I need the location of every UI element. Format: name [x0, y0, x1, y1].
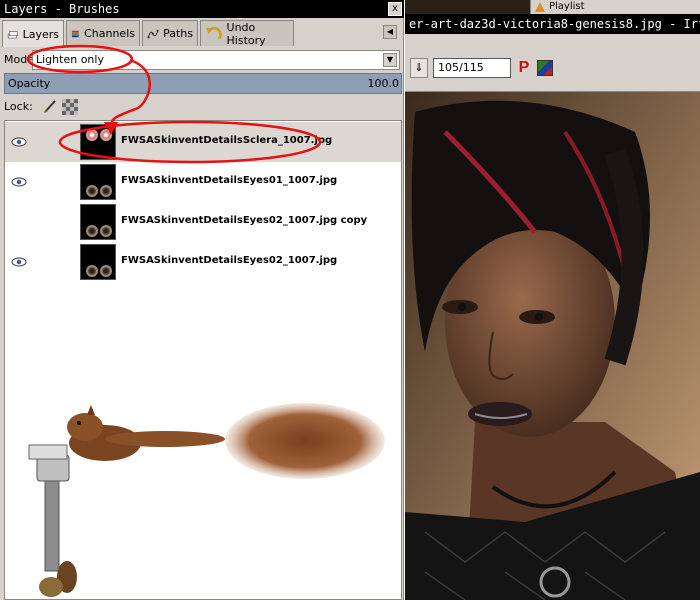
- thumbnail-eye-right: [100, 225, 112, 237]
- tab-undo-history-label: Undo History: [226, 20, 266, 47]
- lock-alpha-checker-icon[interactable]: [62, 99, 78, 115]
- layer-name[interactable]: FWSASkinventDetailsSclera_1007.jpg: [121, 135, 332, 146]
- irfanview-title: er-art-daz3d-victoria8-genesis8.jpg - Ir…: [405, 14, 700, 34]
- layers-icon: [7, 31, 18, 39]
- irfanview-window: Playlist er-art-daz3d-victoria8-genesis8…: [405, 0, 700, 600]
- thumbnail-eye-left: [86, 225, 98, 237]
- eye-icon[interactable]: [11, 136, 27, 148]
- thumbnail-eye-right: [100, 185, 112, 197]
- playlist-tab[interactable]: Playlist: [530, 0, 700, 14]
- layer-thumbnail: [80, 124, 116, 160]
- layer-thumbnail: [80, 204, 116, 240]
- thumbnail-eye-left: [86, 129, 98, 141]
- squirrel-illustration: [28, 403, 385, 597]
- layers-dock: Layers - Brushes x Layers Channels Paths…: [0, 0, 404, 600]
- tab-paths-label: Paths: [163, 27, 193, 40]
- layer-thumbnail: [80, 164, 116, 200]
- lock-row: Lock:: [4, 98, 204, 116]
- tab-paths[interactable]: Paths: [142, 20, 198, 46]
- mode-label: Mode: [4, 53, 34, 66]
- lock-label: Lock:: [4, 100, 33, 113]
- dock-close-button[interactable]: x: [388, 2, 402, 16]
- chevron-down-icon[interactable]: ▼: [383, 53, 397, 67]
- mode-row: Mode Lighten only ▼: [0, 48, 404, 72]
- layer-name[interactable]: FWSASkinventDetailsEyes02_1007.jpg copy: [121, 215, 367, 226]
- layer-thumbnail: [80, 244, 116, 280]
- thumbnail-eye-right: [100, 265, 112, 277]
- opacity-value: 100.0: [367, 77, 400, 90]
- undo-history-icon: [205, 26, 222, 39]
- channels-icon: [71, 30, 79, 37]
- image-counter-field[interactable]: 105/115: [433, 58, 511, 78]
- layer-name[interactable]: FWSASkinventDetailsEyes01_1007.jpg: [121, 175, 337, 186]
- tab-channels-label: Channels: [84, 27, 135, 40]
- eye-hidden-slot[interactable]: [11, 216, 27, 228]
- eye-icon[interactable]: [11, 176, 27, 188]
- playlist-cone-icon: [535, 2, 545, 12]
- irfanview-toolbar: ⇓ 105/115 P: [405, 34, 700, 92]
- layer-row[interactable]: FWSASkinventDetailsEyes02_1007.jpg: [5, 242, 401, 282]
- tab-undo-history[interactable]: Undo History: [200, 20, 294, 47]
- thumbnail-eye-right: [100, 129, 112, 141]
- paths-icon: [147, 29, 159, 38]
- dock-title: Layers - Brushes x: [0, 0, 404, 18]
- dock-title-text: Layers - Brushes: [4, 2, 120, 16]
- thumbnail-eye-left: [86, 265, 98, 277]
- thumbnail-eye-left: [86, 185, 98, 197]
- portrait-image: [405, 92, 700, 600]
- tab-layers-label: Layers: [22, 27, 59, 41]
- eye-icon[interactable]: [11, 256, 27, 268]
- tab-channels[interactable]: Channels: [66, 20, 140, 46]
- playlist-label: Playlist: [549, 1, 585, 12]
- p-button[interactable]: P: [515, 58, 533, 78]
- mode-select-value: Lighten only: [36, 53, 104, 66]
- tab-layers[interactable]: Layers: [2, 20, 64, 47]
- tab-menu-arrow-button[interactable]: ◀: [383, 25, 397, 39]
- lock-pixels-brush-icon[interactable]: [42, 98, 58, 114]
- opacity-slider[interactable]: Opacity 100.0: [4, 73, 402, 94]
- paint-icon[interactable]: [537, 60, 553, 76]
- layers-list: FWSASkinventDetailsSclera_1007.jpg FWSAS…: [4, 120, 402, 600]
- mode-select[interactable]: Lighten only ▼: [32, 50, 400, 70]
- layer-row[interactable]: FWSASkinventDetailsSclera_1007.jpg: [5, 122, 401, 162]
- layer-row[interactable]: FWSASkinventDetailsEyes02_1007.jpg copy: [5, 202, 401, 242]
- layer-row[interactable]: FWSASkinventDetailsEyes01_1007.jpg: [5, 162, 401, 202]
- opacity-label: Opacity: [8, 77, 51, 90]
- download-arrow-button[interactable]: ⇓: [410, 58, 428, 78]
- dock-tabs: Layers Channels Paths Undo History: [0, 20, 404, 47]
- layer-name[interactable]: FWSASkinventDetailsEyes02_1007.jpg: [121, 255, 337, 266]
